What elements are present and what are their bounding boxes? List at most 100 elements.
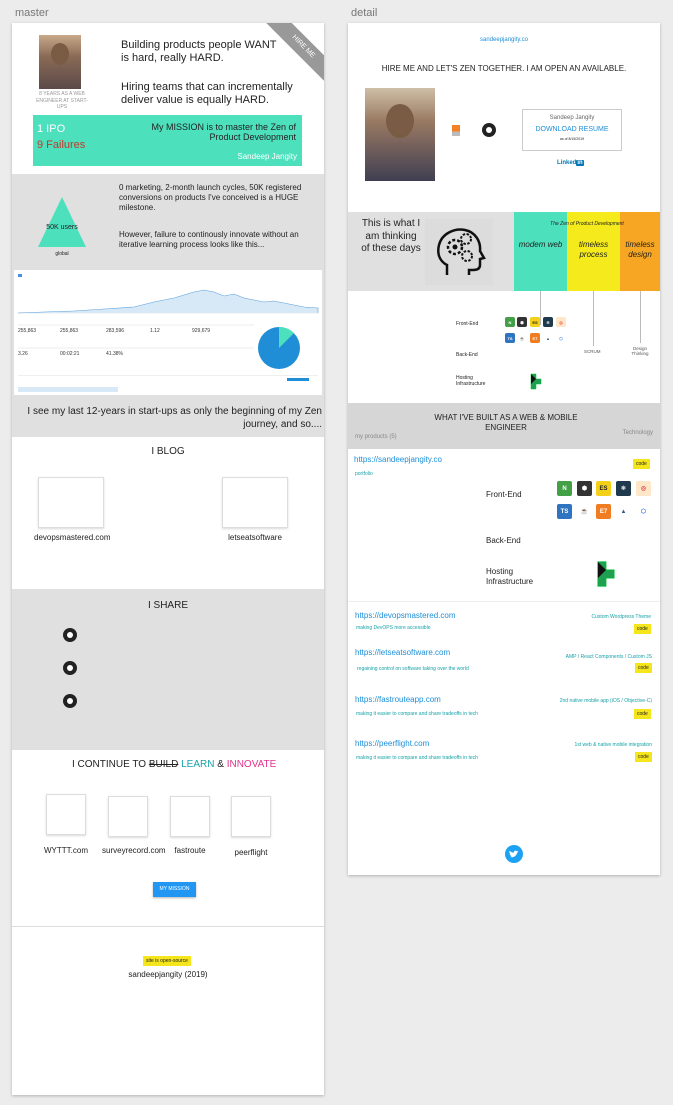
- zen-col2-label: timeless process: [578, 240, 609, 259]
- babel-icon: ◎: [556, 317, 566, 327]
- avatar-caption: 8 YEARS AS A WEB ENGINEER AT START-UPS: [36, 91, 88, 110]
- hire-section: sandeepjangity.co HIRE ME AND LET'S ZEN …: [348, 23, 660, 212]
- blog-title: I BLOG: [151, 446, 185, 457]
- main-back-label: Back-End: [486, 536, 521, 545]
- resume-name: Sandeep Jangity: [549, 115, 595, 121]
- zen-col1-label: modem web: [518, 240, 563, 249]
- footer-section: site is open-source sandeepjangity (2019…: [12, 926, 324, 1095]
- project-label-peerflight[interactable]: peerflight: [224, 848, 278, 857]
- code-badge[interactable]: code: [634, 624, 651, 634]
- project-label-fastroute[interactable]: fastroute: [162, 846, 218, 855]
- project-tech: 2nd native mobile app (iOS / Objective-C…: [559, 698, 652, 704]
- metric-avg-session: 00:02:21: [60, 351, 80, 357]
- triangle-value: 50K users: [46, 224, 78, 231]
- continue-prefix: I CONTINUE TO: [72, 759, 147, 770]
- blog-label-letseatsoftware[interactable]: letseatsoftware: [212, 533, 298, 542]
- project-url[interactable]: https://fastrouteapp.com: [355, 695, 441, 704]
- portfolio-link[interactable]: portfolio: [355, 471, 373, 477]
- project-url[interactable]: https://letseatsoftware.com: [355, 648, 450, 657]
- eslint-icon: ⬢: [577, 481, 592, 496]
- code-badge[interactable]: code: [634, 709, 651, 719]
- project-thumb-fastroute[interactable]: [170, 796, 210, 837]
- stack-hosting-label: Hosting Infrastructure: [456, 375, 486, 387]
- linkedin-text: Linked: [557, 160, 577, 166]
- metric-users: 255,863: [18, 328, 37, 334]
- babel-icon: ◎: [636, 481, 651, 496]
- github-icon[interactable]: [63, 694, 77, 708]
- project-thumb-peerflight[interactable]: [231, 796, 271, 837]
- es-icon: ES: [530, 317, 540, 327]
- stackoverflow-icon[interactable]: [452, 125, 460, 136]
- project-label-wyttt[interactable]: WYTTT.com: [36, 846, 96, 855]
- react-icon: ⚛: [543, 317, 553, 327]
- react-icon: ⚛: [616, 481, 631, 496]
- metric-sessions: 283,596: [106, 328, 125, 334]
- head-gears-icon: [425, 219, 493, 285]
- mocha-icon: ☕: [577, 504, 592, 519]
- triangle-caption: global: [55, 251, 69, 257]
- project-thumb-wyttt[interactable]: [46, 794, 86, 835]
- github-icon[interactable]: [482, 123, 496, 137]
- project-label-surveyrecord[interactable]: surveyrecord.com: [102, 846, 166, 856]
- hero-section: HIRE ME 8 YEARS AS A WEB ENGINEER AT STA…: [12, 23, 324, 174]
- code-badge[interactable]: code: [633, 459, 650, 469]
- thinking-text: This is what I am thinking of these days: [361, 218, 421, 254]
- resume-card[interactable]: Sandeep Jangity DOWNLOAD RESUME as of 8/…: [522, 109, 622, 151]
- download-resume-link[interactable]: DOWNLOAD RESUME: [523, 126, 621, 133]
- open-source-badge[interactable]: site is open-source: [143, 956, 191, 966]
- github-icon[interactable]: [63, 628, 77, 642]
- timeline-line: [593, 291, 594, 346]
- project-url[interactable]: https://peerflight.com: [355, 739, 429, 748]
- project-desc: making it easier to compare and share tr…: [356, 711, 478, 717]
- eslint-icon: ⬢: [517, 317, 527, 327]
- nodejs-icon: N: [505, 317, 515, 327]
- continue-heading: I CONTINUE TO BUILD LEARN & INNOVATE: [72, 759, 276, 770]
- technology-label: Technology: [622, 430, 653, 436]
- continue-section: I CONTINUE TO BUILD LEARN & INNOVATE WYT…: [12, 750, 324, 926]
- github-icon[interactable]: [63, 661, 77, 675]
- main-project-url[interactable]: https://sandeepjangity.co: [354, 455, 442, 464]
- analytics-screenshot: 255,863 255,863 283,596 1.12 929,679 3.2…: [14, 270, 322, 395]
- mission-ipo: 1 IPO: [37, 123, 66, 135]
- headline-2: Hiring teams that can incrementally deli…: [121, 81, 293, 107]
- continue-amp: &: [217, 759, 224, 770]
- journey-text: I see my last 12-years in start-ups as o…: [27, 406, 322, 430]
- frame-label-master: master: [15, 7, 49, 19]
- project-desc: regaining control on software taking ove…: [357, 666, 469, 672]
- avatar: [39, 35, 81, 89]
- master-board: HIRE ME 8 YEARS AS A WEB ENGINEER AT STA…: [12, 23, 324, 1095]
- mission-failures: 9 Failures: [37, 139, 86, 151]
- stack-section: Front-End Back-End Hosting Infrastructur…: [348, 291, 660, 403]
- copyright: sandeepjangity (2019): [128, 970, 208, 979]
- users-triangle: [38, 197, 86, 247]
- metric-pageviews: 929,679: [192, 328, 211, 334]
- linkedin-icon[interactable]: Linkedin: [557, 160, 584, 166]
- my-mission-button[interactable]: MY MISSION: [153, 882, 196, 897]
- project-url[interactable]: https://devopsmastered.com: [355, 611, 456, 620]
- metric-bounce-rate: 41.38%: [106, 351, 123, 357]
- twitter-icon[interactable]: [505, 845, 523, 863]
- project-thumb-surveyrecord[interactable]: [108, 796, 148, 837]
- design-thinking-label: Design Thinking: [631, 346, 649, 357]
- project-desc: making DevOPS more accessible: [356, 625, 431, 631]
- detail-board: sandeepjangity.co HIRE ME AND LET'S ZEN …: [348, 23, 660, 875]
- built-header: WHAT I'VE BUILT AS A WEB & MOBILE ENGINE…: [348, 403, 660, 449]
- project-peerflight: https://peerflight.com making it easier …: [348, 737, 660, 777]
- continue-innovate: INNOVATE: [226, 759, 277, 770]
- site-link[interactable]: sandeepjangity.co: [348, 37, 660, 43]
- blog-thumb-devopsmastered[interactable]: [38, 477, 104, 528]
- project-fastrouteapp: https://fastrouteapp.com making it easie…: [348, 693, 660, 737]
- main-hosting-label: Hosting Infrastructure: [486, 567, 534, 586]
- my-products-label: my products (5): [355, 434, 397, 440]
- mission-author: Sandeep Jangity: [237, 152, 297, 161]
- share-section: I SHARE: [12, 589, 324, 750]
- code-badge[interactable]: code: [635, 663, 652, 673]
- continue-build: BUILD: [148, 759, 179, 770]
- thinking-section: This is what I am thinking of these days…: [348, 212, 660, 291]
- code-badge[interactable]: code: [635, 752, 652, 762]
- blog-thumb-letseatsoftware[interactable]: [222, 477, 288, 528]
- typescript-icon: TS: [505, 333, 515, 343]
- zen-title: The Zen of Product Development: [550, 221, 624, 227]
- mocha-icon: ☕: [517, 333, 527, 343]
- blog-label-devopsmastered[interactable]: devopsmastered.com: [34, 533, 110, 543]
